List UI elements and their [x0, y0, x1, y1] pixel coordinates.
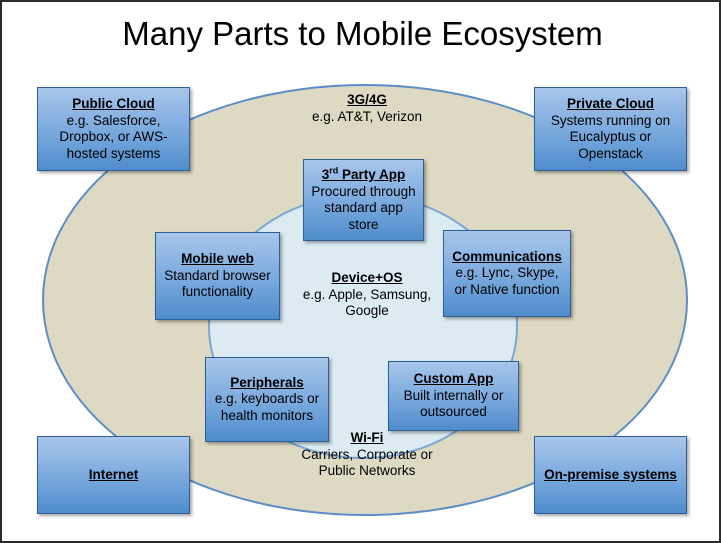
box-private-cloud[interactable]: Private Cloud Systems running on Eucalyp…	[534, 87, 687, 171]
box-on-premise-systems[interactable]: On-premise systems	[534, 436, 687, 514]
box-peripherals[interactable]: Peripherals e.g. keyboards or health mon…	[205, 357, 329, 442]
box-custom-app[interactable]: Custom App Built internally or outsource…	[388, 361, 519, 431]
label-device-os: Device+OS e.g. Apple, Samsung, Google	[287, 270, 447, 320]
box-public-cloud-body: e.g. Salesforce, Dropbox, or AWS-hosted …	[59, 112, 168, 161]
box-custom-app-body: Built internally or outsourced	[403, 387, 504, 420]
slide-canvas: Many Parts to Mobile Ecosystem 3G/4G e.g…	[0, 0, 721, 543]
box-communications[interactable]: Communications e.g. Lync, Skype, or Nati…	[443, 230, 571, 317]
box-internet[interactable]: Internet	[37, 436, 190, 514]
box-mobile-web-body: Standard browser functionality	[164, 267, 271, 300]
label-3g-4g-heading: 3G/4G	[347, 92, 387, 107]
label-wi-fi-body: Carriers, Corporate or Public Networks	[301, 446, 433, 479]
box-custom-app-heading: Custom App	[413, 371, 494, 387]
box-public-cloud[interactable]: Public Cloud e.g. Salesforce, Dropbox, o…	[37, 87, 190, 171]
label-3g-4g-body: e.g. AT&T, Verizon	[311, 108, 423, 124]
box-third-party-app[interactable]: 3rd Party App Procured through standard …	[303, 159, 424, 241]
box-internet-heading: Internet	[88, 466, 139, 482]
page-title: Many Parts to Mobile Ecosystem	[122, 15, 603, 52]
box-mobile-web-heading: Mobile web	[181, 251, 254, 267]
box-private-cloud-heading: Private Cloud	[566, 96, 655, 111]
box-peripherals-heading: Peripherals	[230, 374, 304, 390]
box-third-party-app-heading-suffix: Party App	[338, 167, 406, 182]
box-peripherals-body: e.g. keyboards or health monitors	[214, 391, 320, 423]
box-third-party-app-body: Procured through standard app store	[311, 183, 416, 232]
box-communications-body: e.g. Lync, Skype, or Native function	[454, 265, 560, 297]
box-third-party-app-heading-superscript: rd	[329, 165, 339, 176]
box-communications-heading: Communications	[452, 248, 562, 264]
label-device-os-heading: Device+OS	[331, 270, 403, 285]
box-mobile-web[interactable]: Mobile web Standard browser functionalit…	[155, 232, 280, 320]
label-device-os-body: e.g. Apple, Samsung, Google	[302, 286, 432, 319]
box-private-cloud-body: Systems running on Eucalyptus or Opensta…	[550, 112, 671, 161]
box-on-premise-systems-heading: On-premise systems	[544, 466, 677, 482]
label-3g-4g: 3G/4G e.g. AT&T, Verizon	[287, 92, 447, 125]
box-third-party-app-heading: 3rd Party App	[322, 165, 406, 184]
box-public-cloud-heading: Public Cloud	[72, 96, 155, 111]
